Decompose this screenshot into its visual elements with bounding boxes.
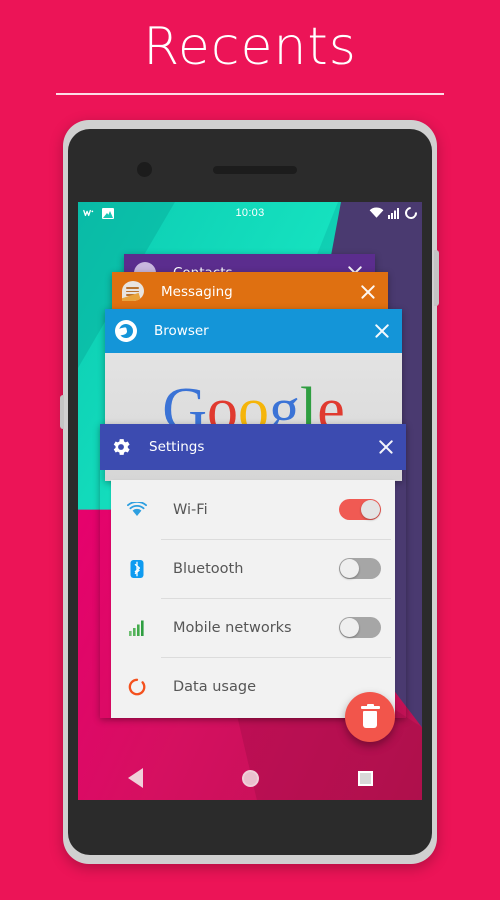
card-header-settings[interactable]: Settings bbox=[100, 424, 406, 470]
settings-row-mobile-networks[interactable]: Mobile networks bbox=[111, 598, 395, 657]
close-icon-messaging[interactable] bbox=[358, 282, 378, 302]
earpiece-speaker bbox=[213, 166, 297, 174]
phone-screen: 10:03 Contacts bbox=[78, 202, 422, 800]
wifi-icon bbox=[369, 207, 384, 218]
settings-label-bluetooth: Bluetooth bbox=[173, 560, 244, 577]
back-button-icon[interactable] bbox=[127, 768, 143, 788]
settings-label-mobile-networks: Mobile networks bbox=[173, 619, 292, 636]
card-header-messaging[interactable]: Messaging bbox=[112, 272, 388, 312]
signal-icon bbox=[125, 620, 149, 636]
toggle-mobile-networks[interactable] bbox=[339, 617, 381, 638]
card-title-browser: Browser bbox=[154, 323, 209, 339]
clear-all-button[interactable] bbox=[345, 692, 395, 742]
settings-label-data-usage: Data usage bbox=[173, 678, 256, 695]
navigation-bar bbox=[78, 756, 422, 800]
page-header: Recents bbox=[0, 0, 500, 112]
trash-icon bbox=[360, 704, 380, 728]
recents-card-messaging[interactable]: Messaging bbox=[112, 272, 388, 312]
status-bar: 10:03 bbox=[78, 202, 422, 224]
settings-label-wifi: Wi-Fi bbox=[173, 501, 208, 518]
settings-row-bluetooth[interactable]: Bluetooth bbox=[111, 539, 395, 598]
wifi-icon bbox=[125, 502, 149, 517]
power-button[interactable] bbox=[434, 250, 439, 306]
front-camera-icon bbox=[137, 162, 152, 177]
toggle-wifi[interactable] bbox=[339, 499, 381, 520]
home-button-icon[interactable] bbox=[241, 769, 259, 787]
globe-icon bbox=[115, 320, 137, 342]
settings-row-wifi[interactable]: Wi-Fi bbox=[111, 480, 395, 539]
page-title: Recents bbox=[143, 17, 357, 77]
close-icon-browser[interactable] bbox=[372, 321, 392, 341]
status-bar-system-icons bbox=[369, 204, 420, 222]
header-divider bbox=[56, 93, 444, 95]
card-title-settings: Settings bbox=[149, 439, 205, 455]
recents-card-settings[interactable]: Settings Wi-Fi Bluetooth Mobile networks… bbox=[100, 424, 406, 718]
card-title-messaging: Messaging bbox=[161, 284, 233, 300]
battery-icon bbox=[402, 204, 420, 222]
gear-icon bbox=[110, 436, 132, 458]
settings-list: Wi-Fi Bluetooth Mobile networks Data usa… bbox=[111, 480, 395, 718]
volume-button[interactable] bbox=[60, 395, 64, 429]
signal-icon bbox=[388, 208, 399, 219]
toggle-bluetooth[interactable] bbox=[339, 558, 381, 579]
recents-button-icon[interactable] bbox=[357, 770, 373, 786]
message-bubble-icon bbox=[122, 281, 144, 303]
card-header-browser[interactable]: Browser bbox=[105, 309, 402, 353]
close-icon-settings[interactable] bbox=[376, 437, 396, 457]
bluetooth-icon bbox=[125, 559, 149, 579]
data-usage-icon bbox=[125, 678, 149, 696]
